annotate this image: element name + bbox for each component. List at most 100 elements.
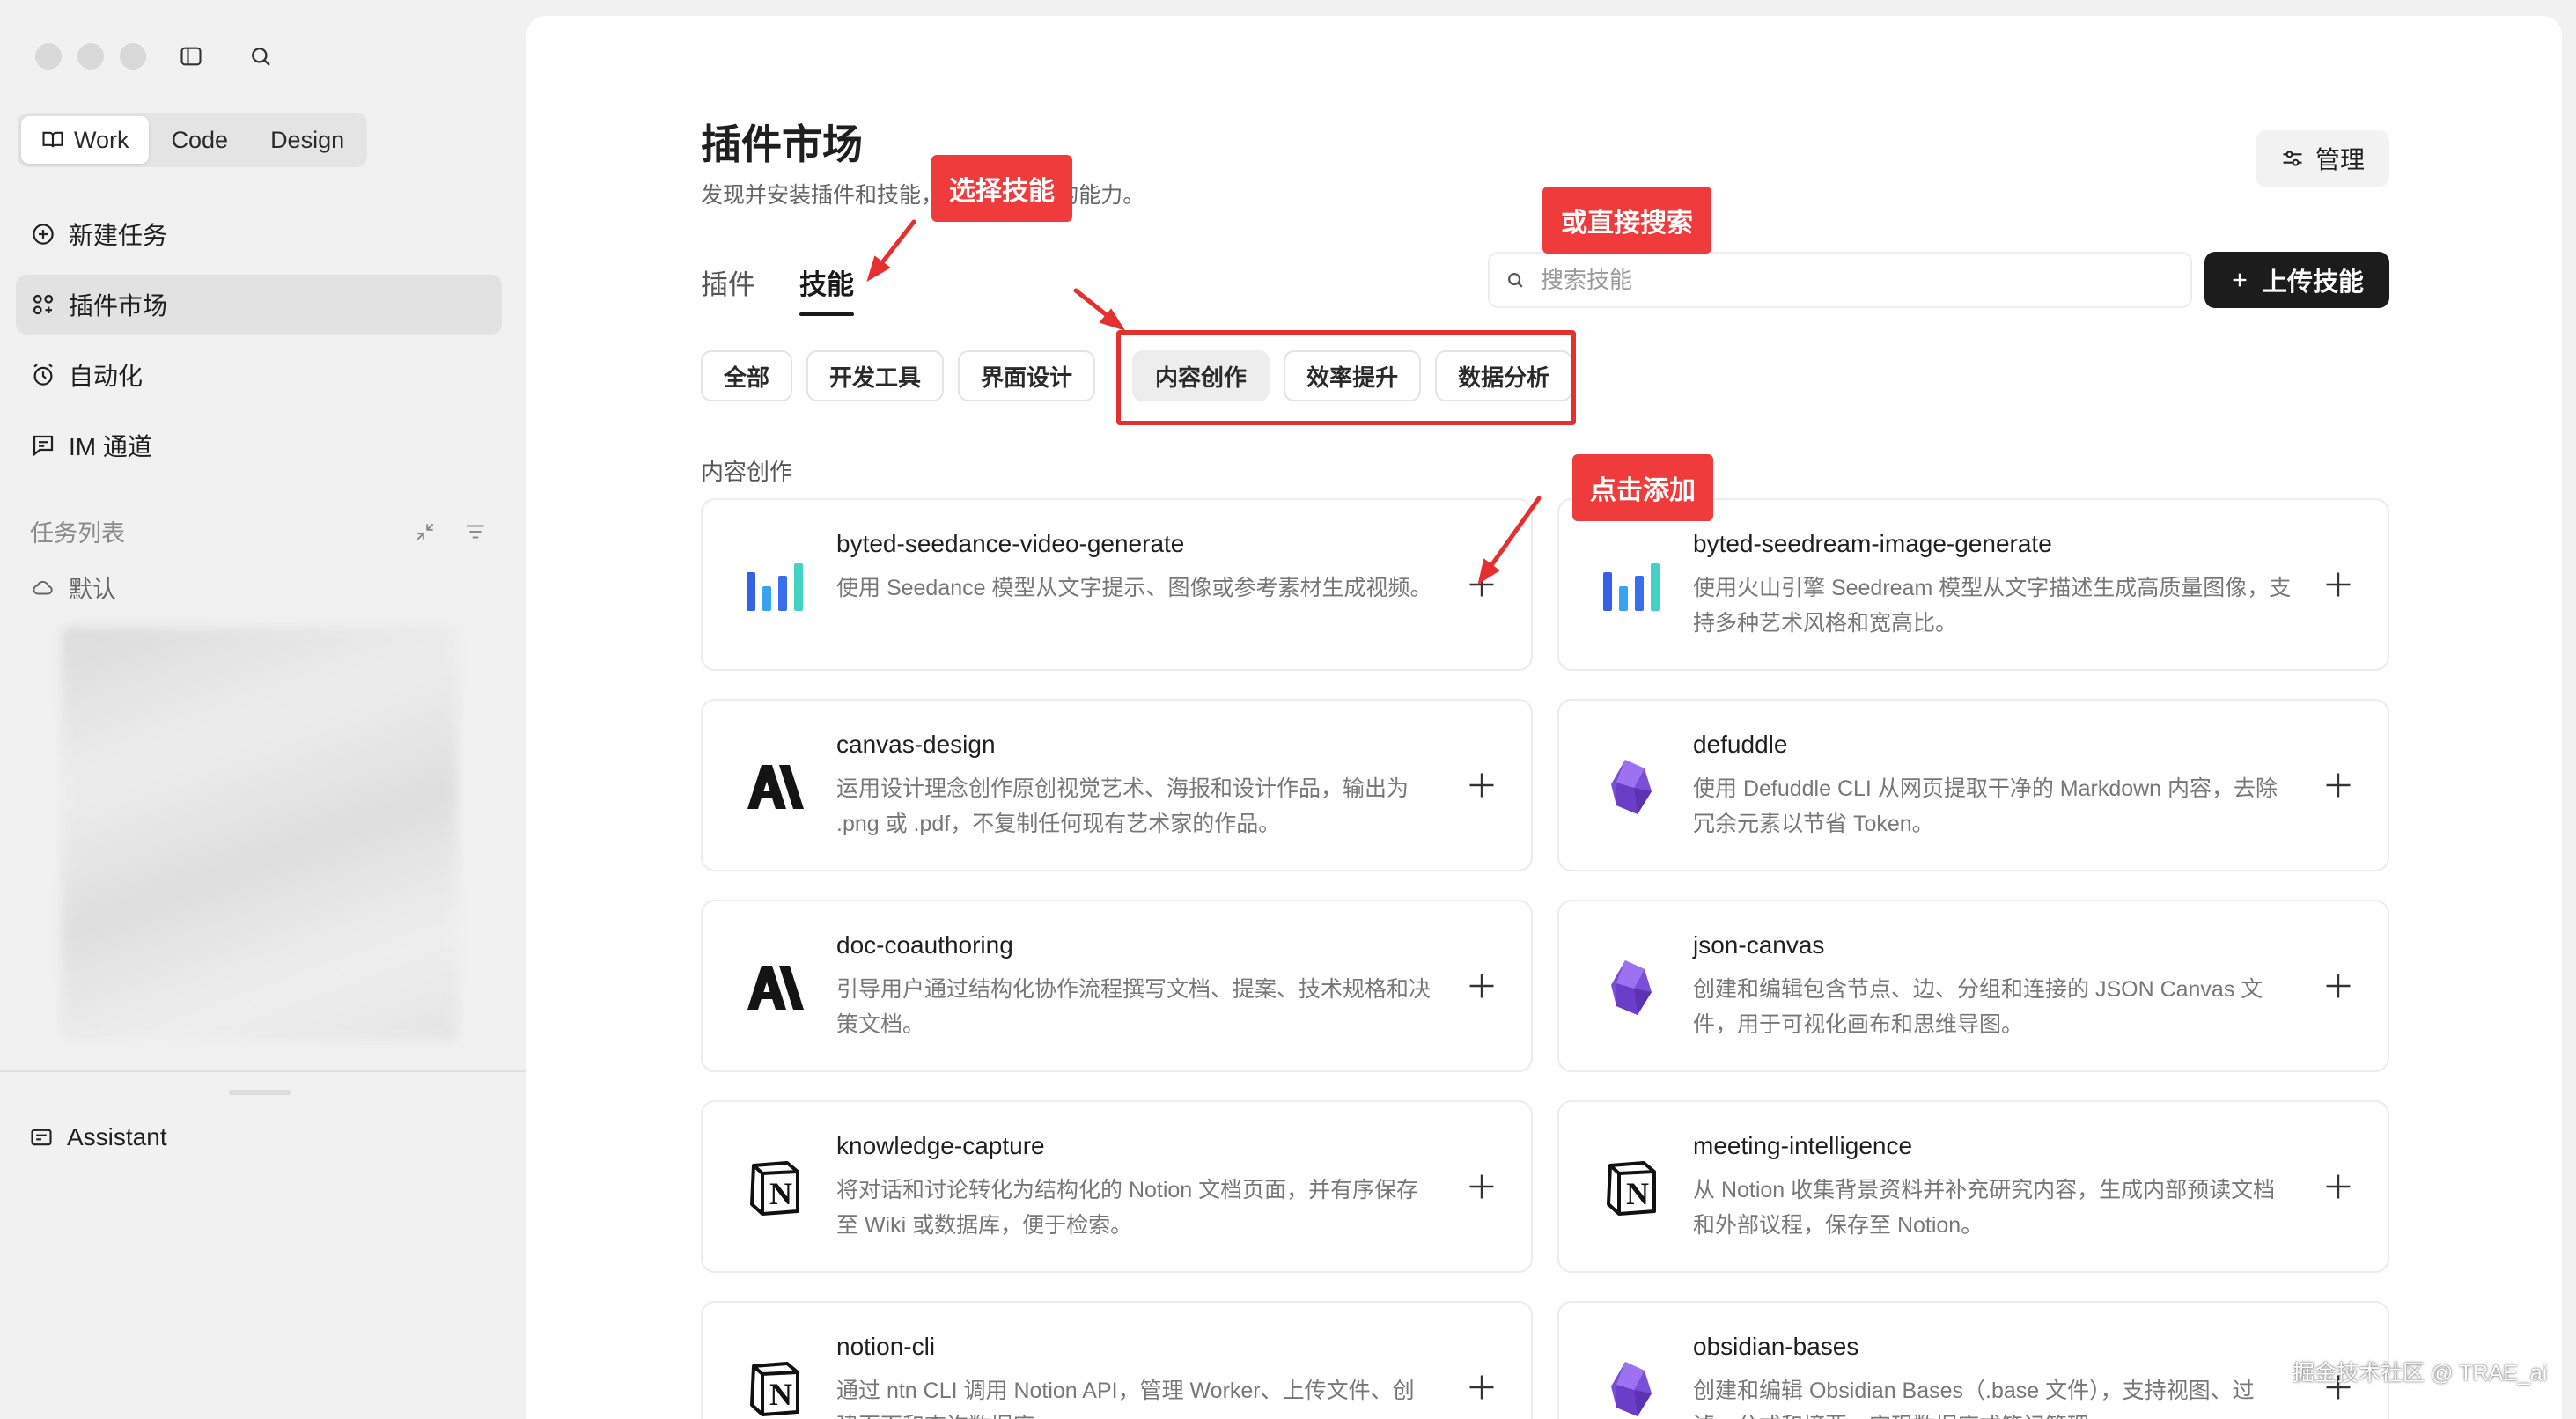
- anthropic-logo: [747, 966, 804, 1010]
- sliders-icon: [2283, 151, 2302, 166]
- skill-logo: [743, 755, 806, 819]
- nav-plugin-market-label: 插件市场: [69, 292, 168, 320]
- skill-description: 使用火山引擎 Seedream 模型从文字描述生成高质量图像，支持多种艺术风格和…: [1693, 576, 2292, 636]
- skill-name: meeting-intelligence: [1693, 1132, 1913, 1159]
- skill-search-box[interactable]: [1488, 252, 2192, 308]
- mode-work-label: Work: [74, 126, 129, 153]
- obsidian-logo: [1611, 960, 1652, 1015]
- blurred-task-list: [62, 627, 458, 1040]
- mode-work[interactable]: Work: [21, 116, 149, 164]
- watermark: 掘金技术社区 @ TRAE_ai: [2293, 1361, 2548, 1386]
- tab-skills[interactable]: 技能: [799, 262, 854, 316]
- resize-handle[interactable]: [229, 1090, 291, 1095]
- sidebar-nav: 新建任务 插件市场 自动化 IM 通道: [16, 204, 502, 486]
- skill-card[interactable]: Nmeeting-intelligence 从 Notion 收集背景资料并补充研…: [1557, 1100, 2389, 1273]
- sidebar-toggle-icon[interactable]: [179, 44, 203, 69]
- skill-card[interactable]: doc-coauthoring 引导用户通过结构化协作流程撰写文档、提案、技术规格…: [701, 900, 1533, 1072]
- apps-icon: [33, 294, 54, 315]
- category-highlight-box: [1116, 330, 1576, 425]
- skill-card[interactable]: defuddle 使用 Defuddle CLI 从网页提取干净的 Markdow…: [1557, 699, 2389, 871]
- chat-icon: [33, 435, 54, 457]
- skill-card[interactable]: json-canvas 创建和编辑包含节点、边、分组和连接的 JSON Canva…: [1557, 900, 2389, 1072]
- upload-skill-label: 上传技能: [2261, 268, 2364, 297]
- collapse-icon[interactable]: [414, 520, 437, 543]
- market-tabs: 插件 技能: [701, 262, 854, 316]
- add-skill-plus-icon[interactable]: [1466, 970, 1498, 1002]
- skill-logo: N: [743, 1357, 806, 1419]
- skill-logo: N: [1600, 1157, 1663, 1220]
- skill-description: 将对话和讨论转化为结构化的 Notion 文档页面，并有序保存至 Wiki 或数…: [836, 1178, 1419, 1238]
- skill-card[interactable]: Nknowledge-capture 将对话和讨论转化为结构化的 Notion 文…: [701, 1100, 1533, 1273]
- tab-plugins[interactable]: 插件: [701, 262, 755, 316]
- svg-text:N: N: [1626, 1176, 1649, 1211]
- manage-button[interactable]: 管理: [2255, 130, 2389, 187]
- filter-icon[interactable]: [463, 520, 488, 543]
- assistant-label: Assistant: [67, 1123, 167, 1151]
- add-skill-plus-icon[interactable]: [2322, 970, 2354, 1002]
- anthropic-logo: [747, 765, 804, 809]
- chip-all[interactable]: 全部: [701, 350, 793, 401]
- chip-ui-design[interactable]: 界面设计: [958, 350, 1096, 401]
- search-icon[interactable]: [248, 44, 273, 69]
- assistant-button[interactable]: Assistant: [28, 1123, 167, 1151]
- nav-im-channel[interactable]: IM 通道: [16, 415, 502, 475]
- nav-automation[interactable]: 自动化: [16, 345, 502, 405]
- nav-plugin-market[interactable]: 插件市场: [16, 275, 502, 335]
- skill-card[interactable]: obsidian-bases 创建和编辑 Obsidian Bases（.base…: [1557, 1301, 2389, 1419]
- task-group-default[interactable]: 默认: [30, 570, 116, 605]
- skill-name: notion-cli: [836, 1333, 936, 1360]
- add-skill-plus-icon[interactable]: [2322, 1171, 2354, 1202]
- skill-description: 使用 Seedance 模型从文字提示、图像或参考素材生成视频。: [836, 576, 1432, 600]
- annotation-click-add: 点击添加: [1572, 454, 1713, 521]
- skill-search-input[interactable]: [1541, 266, 2190, 294]
- skill-name: byted-seedream-image-generate: [1693, 530, 2052, 557]
- skill-logo: N: [743, 1157, 806, 1220]
- skill-card[interactable]: byted-seedance-video-generate 使用 Seedance…: [701, 498, 1533, 671]
- add-skill-plus-icon[interactable]: [1466, 769, 1498, 801]
- nav-new-task[interactable]: 新建任务: [16, 204, 502, 264]
- task-list-heading: 任务列表: [30, 520, 125, 547]
- upload-skill-button[interactable]: 上传技能: [2204, 252, 2389, 308]
- minimize-window-button[interactable]: [77, 43, 104, 70]
- mode-design[interactable]: Design: [251, 116, 364, 164]
- skill-name: doc-coauthoring: [836, 931, 1013, 959]
- add-skill-plus-icon[interactable]: [1466, 1171, 1498, 1202]
- chip-dev-tools[interactable]: 开发工具: [806, 350, 945, 401]
- mode-switcher: Work Code Design: [18, 113, 368, 167]
- mode-code[interactable]: Code: [152, 116, 248, 164]
- skill-logo: [1600, 1357, 1663, 1419]
- add-skill-plus-icon[interactable]: [2322, 569, 2354, 600]
- maximize-window-button[interactable]: [120, 43, 146, 70]
- skill-logo: [1600, 555, 1663, 618]
- mode-design-label: Design: [270, 126, 345, 153]
- obsidian-logo: [1611, 1362, 1652, 1416]
- plus-circle-icon: [33, 224, 54, 245]
- add-skill-plus-icon[interactable]: [1466, 1371, 1498, 1403]
- add-skill-plus-icon[interactable]: [2322, 769, 2354, 801]
- close-window-button[interactable]: [35, 43, 62, 70]
- notion-logo: N: [1607, 1161, 1656, 1216]
- window-controls: [35, 43, 146, 70]
- skill-logo: [1600, 755, 1663, 819]
- skill-card[interactable]: Nnotion-cli 通过 ntn CLI 调用 Notion API，管理 W…: [701, 1301, 1533, 1419]
- manage-label: 管理: [2315, 146, 2365, 173]
- section-label: 内容创作: [701, 459, 793, 485]
- skill-card[interactable]: canvas-design 运用设计理念创作原创视觉艺术、海报和设计作品，输出为 …: [701, 699, 1533, 871]
- skill-card[interactable]: byted-seedream-image-generate 使用火山引擎 Seed…: [1557, 498, 2389, 671]
- search-icon: [1508, 273, 1523, 288]
- skill-description: 从 Notion 收集背景资料并补充研究内容，生成内部预读文档和外部议程，保存至…: [1693, 1178, 2276, 1238]
- skill-logo: [1600, 956, 1663, 1019]
- add-skill-plus-icon[interactable]: [1466, 569, 1498, 600]
- seedance-bars-logo: [747, 563, 803, 611]
- skill-name: json-canvas: [1693, 931, 1825, 959]
- app-window: Work Code Design 新建任务 插件市场 自动化 IM 通道 任务列…: [0, 0, 2576, 1419]
- cloud-icon: [33, 580, 53, 594]
- annotation-select-skill: 选择技能: [931, 155, 1072, 222]
- nav-automation-label: 自动化: [69, 363, 144, 390]
- skill-name: byted-seedance-video-generate: [836, 530, 1185, 557]
- seedance-bars-logo: [1603, 563, 1660, 611]
- assistant-icon: [31, 1129, 52, 1146]
- skill-logo: [743, 555, 806, 618]
- alarm-clock-icon: [33, 364, 53, 386]
- notion-logo: N: [750, 1161, 799, 1216]
